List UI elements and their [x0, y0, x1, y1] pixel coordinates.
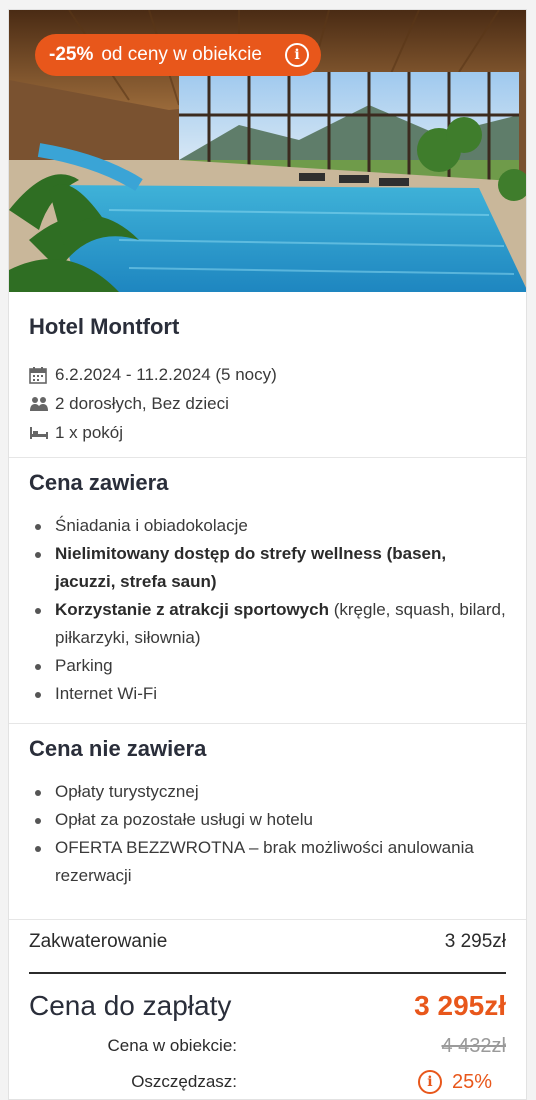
calendar-icon	[29, 366, 55, 384]
guests-row: 2 dorosłych, Bez dzieci	[29, 389, 506, 418]
accommodation-value: 3 295zł	[444, 931, 506, 952]
hotel-summary: Hotel Montfort 6.2.2024 - 11.2.2024 (5 n…	[9, 292, 526, 458]
accommodation-row: Zakwaterowanie 3 295zł	[29, 930, 506, 954]
divider	[29, 972, 506, 974]
offer-card: -25% od ceny w obiekcie i Hotel Montfort…	[8, 9, 527, 1100]
excludes-list: Opłaty turystycznej Opłat za pozostałe u…	[29, 778, 506, 890]
info-icon[interactable]: i	[417, 1070, 442, 1094]
list-item: Nielimitowany dostęp do strefy wellness …	[29, 540, 506, 596]
list-item: Korzystanie z atrakcji sportowych (kręgl…	[29, 596, 506, 652]
people-icon	[29, 396, 55, 412]
savings-value: 25%	[451, 1070, 492, 1093]
savings-value-wrap[interactable]: i 25%	[417, 1070, 492, 1094]
savings-label: Oszczędzasz:	[131, 1072, 237, 1091]
list-item: Parking	[29, 652, 506, 680]
includes-title: Cena zawiera	[29, 470, 169, 495]
stay-dates-row: 6.2.2024 - 11.2.2024 (5 nocy)	[29, 360, 506, 389]
original-price-label: Cena w obiekcie:	[107, 1036, 237, 1055]
stay-dates: 6.2.2024 - 11.2.2024 (5 nocy)	[55, 364, 277, 384]
total-value: 3 295zł	[414, 990, 506, 1021]
info-icon[interactable]: i	[285, 43, 309, 67]
bed-icon	[29, 426, 55, 440]
list-item: Opłat za pozostałe usługi w hotelu	[29, 806, 506, 834]
discount-text: od ceny w obiekcie	[101, 44, 262, 65]
original-price-row: Cena w obiekcie: 4 432zł	[29, 1028, 506, 1064]
excludes-title: Cena nie zawiera	[29, 736, 207, 761]
list-item: Opłaty turystycznej	[29, 778, 506, 806]
includes-list: Śniadania i obiadokolacje Nielimitowany …	[29, 512, 506, 708]
total-label: Cena do zapłaty	[29, 990, 232, 1021]
discount-badge[interactable]: -25% od ceny w obiekcie i	[35, 34, 321, 76]
accommodation-label: Zakwaterowanie	[29, 931, 168, 952]
price-excludes-section: Cena nie zawiera Opłaty turystycznej Opł…	[9, 724, 526, 920]
savings-row: Oszczędzasz: i 25%	[29, 1064, 506, 1099]
price-summary: Zakwaterowanie 3 295zł Cena do zapłaty 3…	[9, 920, 526, 1099]
rooms: 1 x pokój	[55, 422, 124, 442]
guests: 2 dorosłych, Bez dzieci	[55, 393, 229, 413]
hotel-photo: -25% od ceny w obiekcie i	[9, 10, 526, 292]
list-item: Internet Wi-Fi	[29, 680, 506, 708]
list-item: Śniadania i obiadokolacje	[29, 512, 506, 540]
discount-percent: -25%	[49, 44, 94, 65]
price-includes-section: Cena zawiera Śniadania i obiadokolacje N…	[9, 458, 526, 724]
original-price-value: 4 432zł	[441, 1034, 507, 1057]
hotel-name: Hotel Montfort	[29, 314, 180, 339]
list-item: OFERTA BEZZWROTNA – brak możliwości anul…	[29, 834, 506, 890]
rooms-row: 1 x pokój	[29, 418, 506, 447]
total-row: Cena do zapłaty 3 295zł	[29, 984, 506, 1028]
